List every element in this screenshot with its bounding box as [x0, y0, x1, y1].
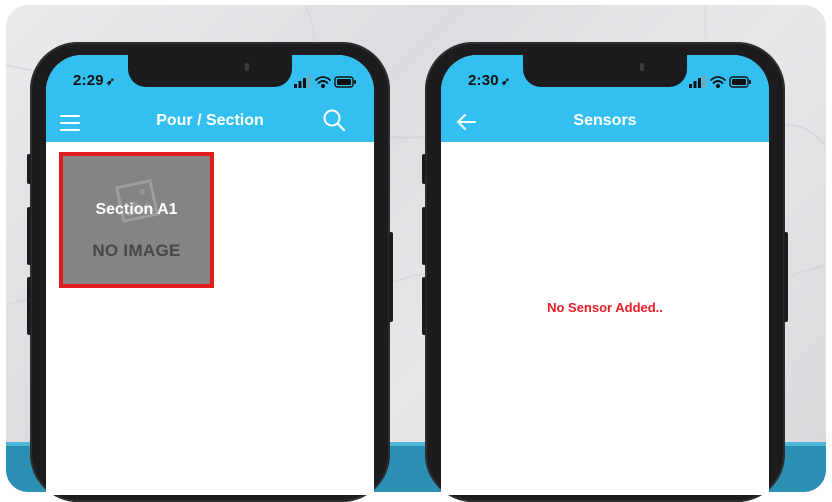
status-icons — [294, 75, 356, 89]
status-time: 2:29 ➶ — [73, 72, 116, 89]
signal-icon — [689, 75, 706, 88]
battery-icon — [334, 76, 356, 88]
empty-state-message: No Sensor Added.. — [547, 300, 663, 315]
no-image-text: NO IMAGE — [92, 241, 181, 260]
wifi-icon — [710, 76, 726, 89]
power-button — [784, 232, 788, 322]
screen-sensors: 2:30 ➶ Sensors No Sensor Added.. — [441, 55, 769, 495]
status-bar: 2:30 ➶ — [441, 55, 769, 102]
section-tile[interactable]: Section A1 NO IMAGE — [59, 152, 214, 288]
section-label: Section A1 — [95, 201, 178, 218]
phone-right: 2:30 ➶ Sensors No Sensor Added.. — [422, 42, 788, 502]
volume-up-button — [422, 207, 426, 265]
volume-down-button — [27, 277, 31, 335]
location-arrow-icon: ➶ — [500, 76, 511, 88]
mute-switch — [27, 154, 31, 184]
notch — [128, 55, 292, 87]
page-title: Sensors — [573, 112, 637, 129]
power-button — [389, 232, 393, 322]
wifi-icon — [315, 76, 331, 89]
mute-switch — [422, 154, 426, 184]
app-bar: Pour / Section — [46, 102, 374, 142]
camera-dot — [640, 63, 644, 71]
location-arrow-icon: ➶ — [105, 76, 116, 88]
battery-icon — [729, 76, 751, 88]
volume-up-button — [27, 207, 31, 265]
status-time: 2:30 ➶ — [468, 72, 511, 89]
signal-icon — [294, 75, 311, 88]
notch — [523, 55, 687, 87]
app-bar: Sensors — [441, 102, 769, 142]
screen-pour-section: 2:29 ➶ Pour / Section Section A1 NO IMAG… — [46, 55, 374, 495]
search-icon[interactable] — [322, 108, 346, 132]
phone-left: 2:29 ➶ Pour / Section Section A1 NO IMAG… — [27, 42, 393, 502]
status-icons — [689, 75, 751, 89]
status-bar: 2:29 ➶ — [46, 55, 374, 102]
camera-dot — [245, 63, 249, 71]
volume-down-button — [422, 277, 426, 335]
